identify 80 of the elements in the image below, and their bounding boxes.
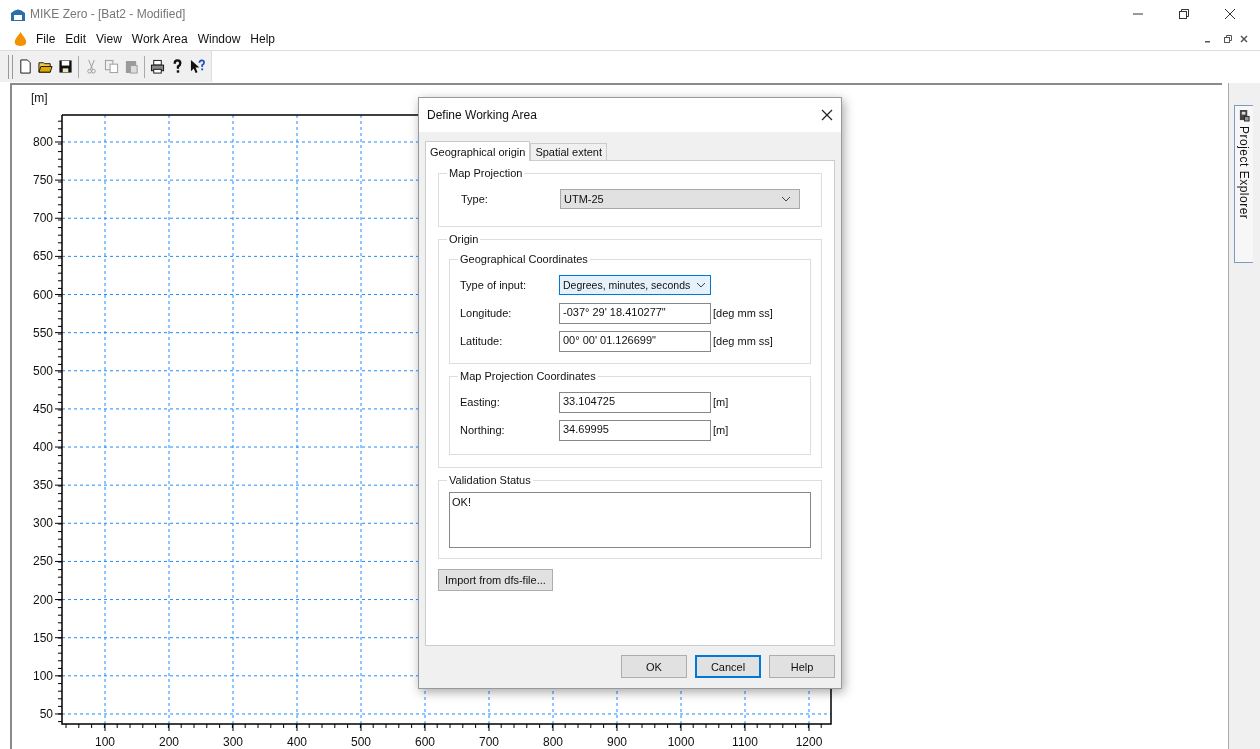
project-explorer-label: Project Explorer — [1237, 126, 1251, 220]
menu-item[interactable]: Edit — [60, 32, 92, 46]
group-title: Map Projection Coordinates — [459, 370, 597, 382]
field-label: Longitude: — [460, 307, 513, 319]
y-tick-label: 750 — [32, 173, 53, 188]
field-label: Type of input: — [460, 279, 528, 291]
x-tick-label: 600 — [415, 735, 435, 749]
x-tick-label: 200 — [159, 735, 179, 749]
group-title: Geographical Coordinates — [459, 253, 589, 265]
menu-item[interactable]: View — [91, 32, 127, 46]
window-title: MIKE Zero - [Bat2 - Modified] — [30, 7, 186, 21]
group-title: Validation Status — [448, 474, 532, 486]
y-tick-label: 50 — [39, 706, 53, 721]
menu-item[interactable]: Help — [245, 32, 280, 46]
y-tick-label: 400 — [32, 440, 53, 455]
project-icon — [1238, 109, 1250, 122]
dropdown[interactable]: Degrees, minutes, seconds — [559, 275, 711, 295]
y-tick-label: 700 — [32, 211, 53, 226]
printer-icon[interactable] — [150, 59, 165, 74]
y-tick-label: 150 — [32, 630, 53, 645]
y-tick-label: 100 — [32, 668, 53, 683]
x-tick-label: 1000 — [667, 735, 695, 749]
close-icon[interactable] — [821, 109, 833, 121]
y-tick-label: 650 — [32, 249, 53, 264]
project-explorer-tab[interactable]: Project Explorer — [1234, 105, 1253, 263]
x-tick-label: 900 — [607, 735, 627, 749]
unit-label: [deg mm ss] — [713, 307, 773, 319]
x-tick-label: 400 — [287, 735, 307, 749]
child-restore-icon[interactable] — [1224, 35, 1232, 43]
x-tick-label: 700 — [479, 735, 499, 749]
y-tick-label: 550 — [32, 325, 53, 340]
input-field[interactable]: 00° 00' 01.126699" — [559, 330, 711, 352]
y-tick-label: 200 — [32, 592, 53, 607]
chevron-icon — [781, 196, 791, 202]
y-tick-label: 450 — [32, 401, 53, 416]
group-title: Origin — [448, 233, 480, 245]
tab[interactable]: Spatial extent — [530, 143, 608, 160]
x-tick-label: 1100 — [732, 735, 758, 749]
y-tick-label: 500 — [32, 363, 53, 378]
folder-icon[interactable] — [38, 59, 53, 74]
field-label: Type: — [460, 193, 489, 205]
dialog-button[interactable]: OK — [621, 655, 687, 678]
tab[interactable]: Geographical origin — [425, 141, 531, 161]
dialog-button[interactable]: Help — [769, 655, 835, 678]
x-tick-label: 1200 — [795, 735, 823, 749]
field-label: Latitude: — [460, 335, 504, 347]
axis-unit: [m] — [31, 91, 48, 105]
y-tick-label: 800 — [32, 135, 53, 149]
close-icon[interactable] — [1224, 8, 1236, 20]
restore-icon[interactable] — [1178, 8, 1190, 20]
unit-label: [m] — [713, 424, 729, 436]
y-tick-label: 600 — [32, 287, 53, 302]
x-tick-label: 800 — [543, 735, 563, 749]
pointer-help-icon[interactable] — [190, 59, 205, 74]
dropdown[interactable]: UTM-25 — [560, 189, 800, 209]
unit-label: [deg mm ss] — [713, 335, 773, 347]
y-tick-label: 350 — [32, 478, 53, 493]
x-tick-label: 500 — [351, 735, 371, 749]
dialog-title: Define Working Area — [427, 108, 537, 122]
x-tick-label: 300 — [223, 735, 243, 749]
field-label: Northing: — [460, 424, 506, 436]
y-tick-label: 300 — [32, 516, 53, 531]
input-field[interactable]: 33.104725 — [559, 391, 711, 413]
x-tick-label: 100 — [95, 735, 115, 749]
input-field[interactable]: -037° 29' 18.410277" — [559, 302, 711, 324]
chevron-icon — [696, 282, 706, 288]
new-file-icon[interactable] — [18, 59, 33, 74]
status-text-box: OK! — [449, 492, 811, 548]
import-button[interactable]: Import from dfs-file... — [438, 569, 553, 591]
child-close-icon[interactable] — [1240, 35, 1248, 43]
field-label: Easting: — [460, 396, 501, 408]
dialog-button[interactable]: Cancel — [695, 655, 761, 678]
y-tick-label: 250 — [32, 554, 53, 569]
save-icon[interactable] — [58, 59, 73, 74]
group-title: Map Projection — [448, 167, 524, 179]
menu-item[interactable]: File — [31, 32, 61, 46]
menu-item[interactable]: Work Area — [126, 32, 193, 46]
input-field[interactable]: 34.69995 — [559, 419, 711, 441]
menu-item[interactable]: Window — [192, 32, 246, 46]
unit-label: [m] — [713, 396, 729, 408]
